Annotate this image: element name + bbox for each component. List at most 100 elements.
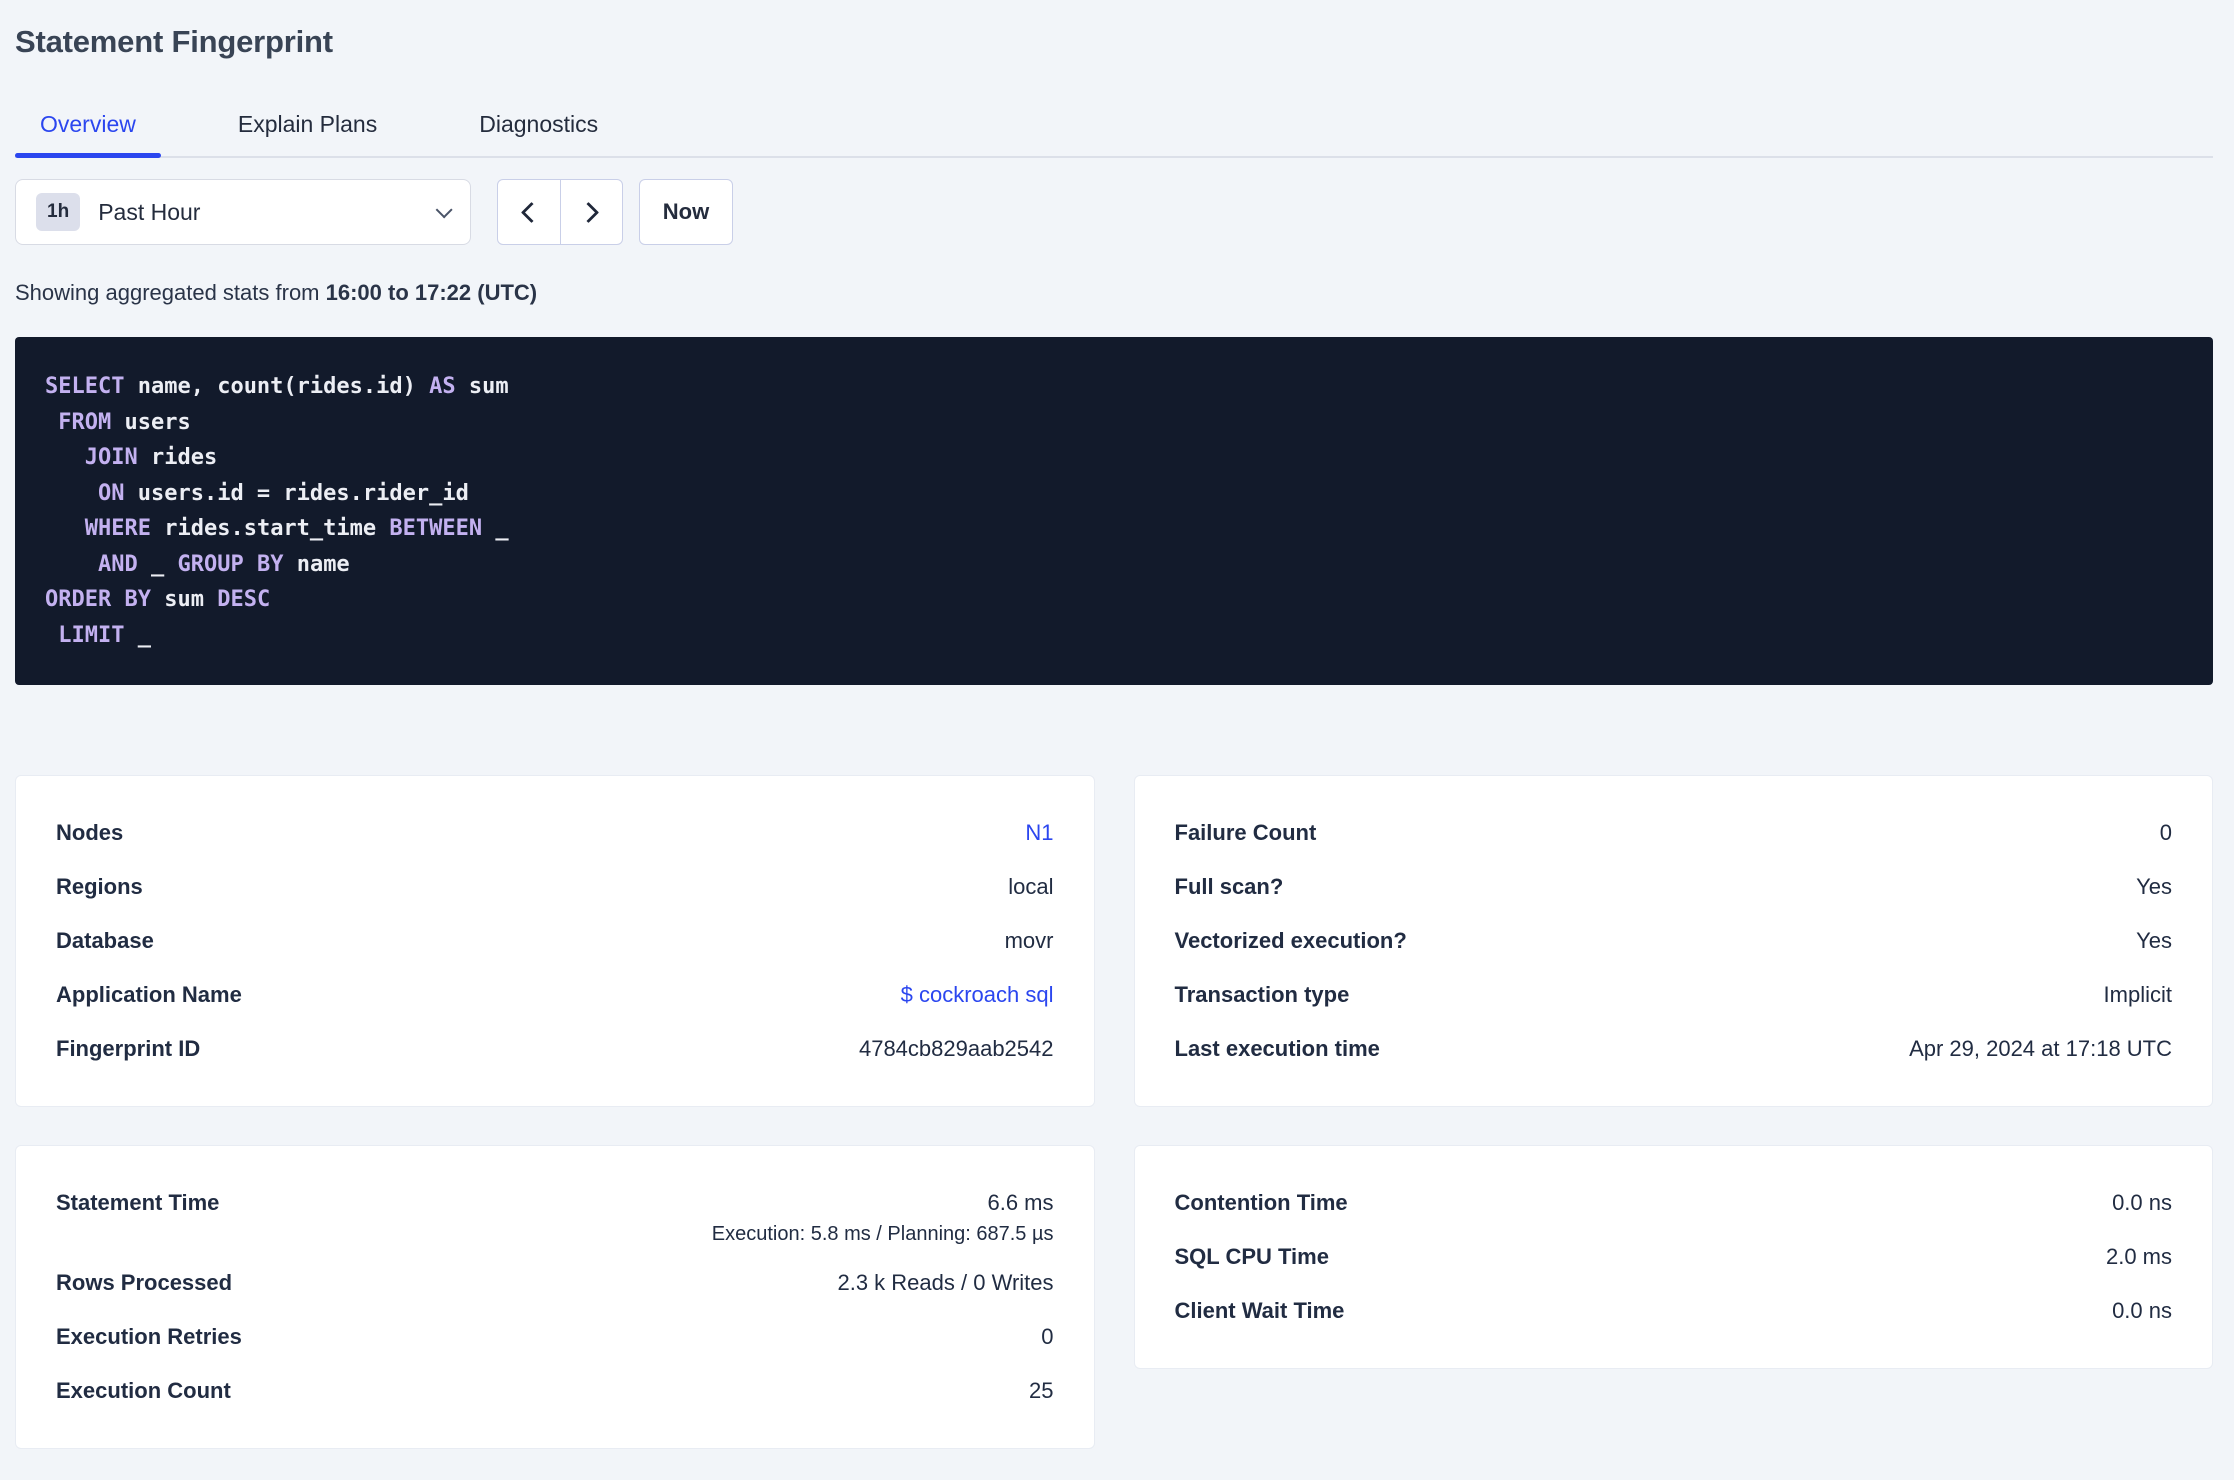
sql-keyword: LIMIT <box>58 622 125 648</box>
next-time-button[interactable] <box>561 180 623 244</box>
kv-value: 0.0 ns <box>2112 1284 2172 1338</box>
kv-value-text: Yes <box>2136 928 2172 953</box>
kv-subvalue: Execution: 5.8 ms / Planning: 687.5 µs <box>711 1223 1054 1245</box>
kv-value: 0 <box>2160 806 2172 860</box>
time-nav-group <box>497 179 623 245</box>
kv-value-text: 4784cb829aab2542 <box>858 1036 1054 1061</box>
kv-label: Execution Count <box>56 1378 231 1403</box>
kv-value-text: 0.0 ns <box>2112 1298 2172 1323</box>
kv-value: 6.6 ms Execution: 5.8 ms / Planning: 687.… <box>712 1176 1054 1256</box>
card-statement-details: Nodes N1 Regions local Database movr Applicati… <box>15 775 1095 1107</box>
kv-row: Application Name $ cockroach sql <box>56 968 1054 1022</box>
sql-text: sum <box>455 374 509 399</box>
kv-label: Nodes <box>56 820 124 845</box>
kv-value: Yes <box>2136 914 2172 968</box>
kv-value: N1 <box>1025 806 1053 860</box>
kv-row: Rows Processed 2.3 k Reads / 0 Writes <box>56 1256 1054 1310</box>
stats-line-prefix: Showing aggregated stats from <box>15 280 326 305</box>
aggregated-stats-line: Showing aggregated stats from 16:00 to 1… <box>15 279 2213 307</box>
kv-row: Statement Time 6.6 ms Execution: 5.8 ms / … <box>56 1176 1054 1256</box>
sql-line: FROM users <box>45 405 2183 441</box>
sql-text: sum <box>150 587 218 612</box>
sql-statement-block: SELECT name, count(rides.id) AS sum FROM… <box>15 337 2213 685</box>
kv-value: 2.0 ms <box>2106 1230 2172 1284</box>
sql-line: WHERE rides.start_time BETWEEN _ <box>45 511 2183 547</box>
time-range-label: Past Hour <box>98 198 201 225</box>
kv-value: 0.0 ns <box>2112 1176 2172 1230</box>
prev-time-button[interactable] <box>498 180 561 244</box>
kv-label: Full scan? <box>1174 874 1284 899</box>
kv-label: Transaction type <box>1174 982 1350 1007</box>
tab-overview[interactable]: Overview <box>15 98 161 158</box>
statement-fingerprint-page: Statement Fingerprint Overview Explain P… <box>0 22 2234 1449</box>
kv-label: SQL CPU Time <box>1174 1244 1329 1269</box>
kv-label: Statement Time <box>56 1190 220 1215</box>
sql-text: _ <box>482 516 509 541</box>
kv-row: Full scan? Yes <box>1175 860 2173 914</box>
chevron-down-icon <box>435 201 453 219</box>
sql-keyword: AS <box>429 374 456 399</box>
card-wait-timings: Contention Time 0.0 ns SQL CPU Time 2.0 ms C… <box>1133 1145 2213 1369</box>
kv-row: SQL CPU Time 2.0 ms <box>1175 1230 2173 1284</box>
kv-value-text: 0 <box>2159 820 2172 845</box>
kv-label: Client Wait Time <box>1174 1298 1345 1323</box>
kv-value-text: 0 <box>1041 1324 1054 1349</box>
sql-line: LIMIT _ <box>45 618 2183 654</box>
time-range-dropdown[interactable]: 1h Past Hour <box>15 179 471 245</box>
sql-text: rides <box>137 445 218 470</box>
tab-explain-plans[interactable]: Explain Plans <box>213 98 402 156</box>
sql-keyword: GROUP BY <box>177 551 284 577</box>
kv-row: Nodes N1 <box>56 806 1054 860</box>
sql-text: _ <box>124 622 151 648</box>
sql-text: users.id = rides.rider_id <box>124 480 469 506</box>
sql-keyword: DESC <box>217 587 271 612</box>
kv-row: Contention Time 0.0 ns <box>1175 1176 2173 1230</box>
sql-text: rides.start_time <box>150 516 390 541</box>
tab-explain-plans-label: Explain Plans <box>237 111 378 137</box>
sql-keyword: JOIN <box>84 445 138 470</box>
summary-cards: Nodes N1 Regions local Database movr Applicati… <box>15 775 2213 1449</box>
kv-value: 2.3 k Reads / 0 Writes <box>837 1256 1053 1310</box>
sql-text: users <box>111 409 191 435</box>
kv-label: Rows Processed <box>56 1270 233 1295</box>
kv-label: Application Name <box>56 982 242 1007</box>
tab-overview-label: Overview <box>40 111 136 137</box>
kv-value-text: movr <box>1004 928 1054 953</box>
kv-value-text: 2.0 ms <box>2105 1244 2172 1269</box>
kv-row: Execution Retries 0 <box>56 1310 1054 1364</box>
tab-bar: Overview Explain Plans Diagnostics <box>15 98 2213 158</box>
kv-row: Execution Count 25 <box>56 1364 1054 1418</box>
time-toolbar: 1h Past Hour Now <box>15 179 2213 245</box>
kv-value: movr <box>1005 914 1054 968</box>
kv-value-text: local <box>1008 874 1054 899</box>
kv-label: Database <box>56 928 154 953</box>
kv-value-text: Implicit <box>2103 982 2172 1007</box>
sql-keyword: AND <box>97 551 138 577</box>
kv-value-text: 25 <box>1029 1378 1054 1403</box>
kv-row: Regions local <box>56 860 1054 914</box>
sql-text: _ <box>137 551 178 577</box>
sql-line: ORDER BY sum DESC <box>45 582 2183 618</box>
kv-value: local <box>1008 860 1053 914</box>
sql-line: SELECT name, count(rides.id) AS sum <box>45 369 2183 405</box>
kv-value: 4784cb829aab2542 <box>859 1022 1054 1076</box>
now-button[interactable]: Now <box>639 179 733 245</box>
time-range-badge: 1h <box>36 193 81 231</box>
kv-label: Vectorized execution? <box>1174 928 1407 953</box>
tab-diagnostics-label: Diagnostics <box>479 111 599 137</box>
kv-row: Vectorized execution? Yes <box>1175 914 2173 968</box>
tab-diagnostics[interactable]: Diagnostics <box>454 98 623 156</box>
sql-keyword: FROM <box>58 409 112 435</box>
kv-value-text: Apr 29, 2024 at 17:18 UTC <box>1909 1036 2172 1061</box>
kv-label: Fingerprint ID <box>56 1036 201 1061</box>
kv-value-link[interactable]: $ cockroach sql <box>901 968 1054 1022</box>
kv-value: 0 <box>1041 1310 1053 1364</box>
kv-value-text: 2.3 k Reads / 0 Writes <box>837 1270 1054 1295</box>
chevron-right-icon <box>577 201 599 223</box>
kv-value-link[interactable]: N1 <box>1025 806 1053 860</box>
kv-label: Failure Count <box>1174 820 1317 845</box>
kv-row: Failure Count 0 <box>1175 806 2173 860</box>
sql-line: ON users.id = rides.rider_id <box>45 476 2183 512</box>
